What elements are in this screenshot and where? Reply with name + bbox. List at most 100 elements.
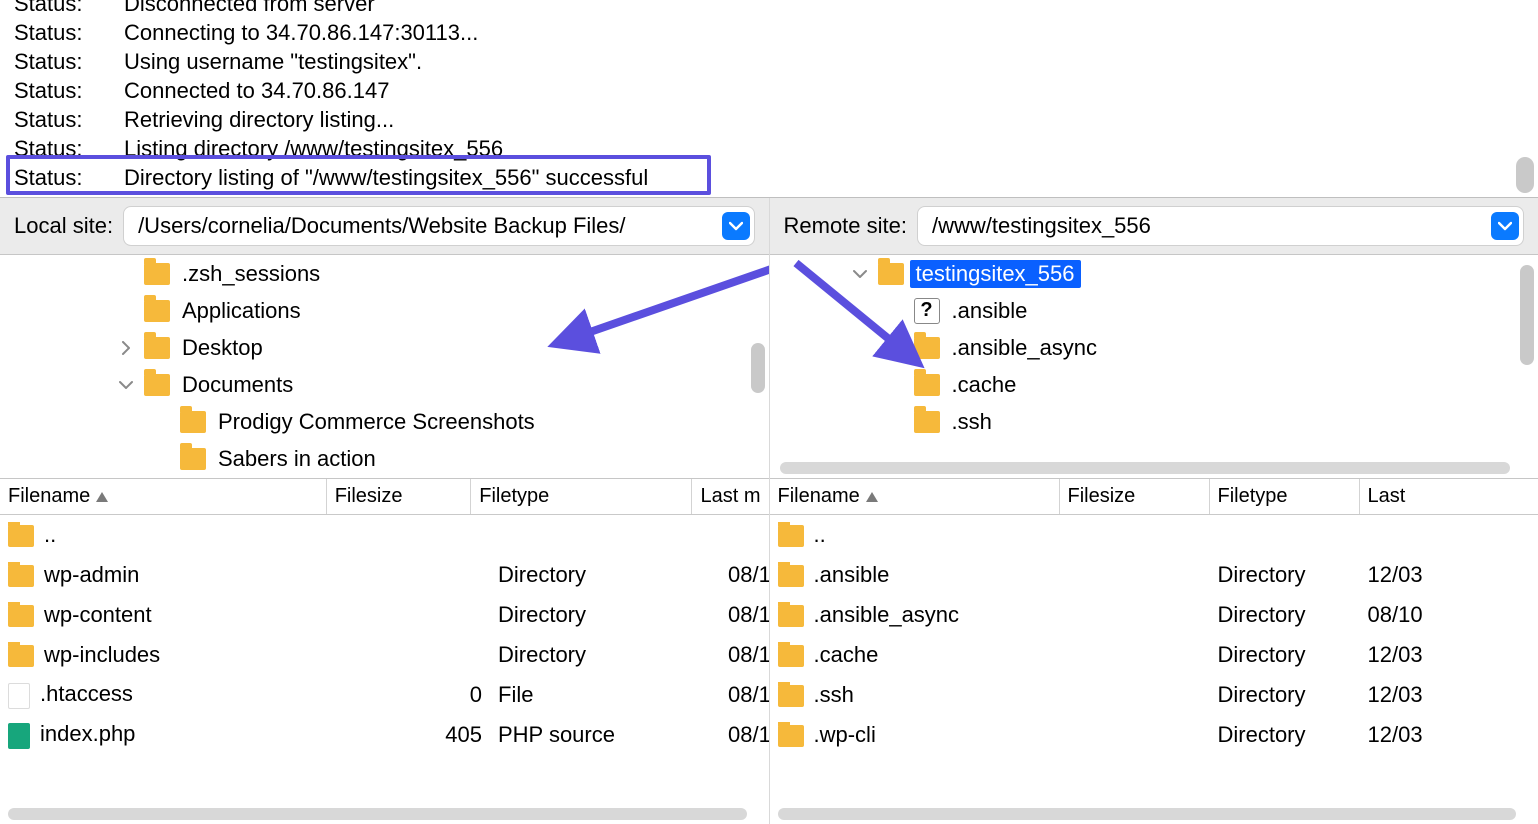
list-scrollbar-h[interactable] xyxy=(778,808,1517,820)
file-row[interactable]: .. xyxy=(0,515,769,555)
tree-label: .ansible_async xyxy=(946,334,1104,362)
file-row[interactable]: index.php405PHP source08/18/ xyxy=(0,715,769,755)
cell-type: Directory xyxy=(1210,642,1360,668)
remote-site-bar: Remote site: xyxy=(770,198,1538,255)
cell-date: 12/03 xyxy=(1360,722,1538,748)
remote-tree[interactable]: testingsitex_556 ?.ansible .ansible_async.… xyxy=(770,255,1538,479)
tree-item[interactable]: Applications xyxy=(6,292,769,329)
tree-item[interactable]: .zsh_sessions xyxy=(6,255,769,292)
cell-name: wp-content xyxy=(0,602,340,628)
col-filesize[interactable]: Filesize xyxy=(327,479,472,514)
folder-icon xyxy=(144,374,170,396)
cell-name: index.php xyxy=(0,721,340,748)
tree-item[interactable]: .cache xyxy=(776,366,1538,403)
file-icon xyxy=(8,683,30,709)
col-filename[interactable]: Filename xyxy=(770,479,1060,514)
file-row[interactable]: .htaccess0File08/18/ xyxy=(0,675,769,715)
log-label: Status: xyxy=(14,77,124,104)
tree-item[interactable]: .ansible_async xyxy=(776,329,1538,366)
tree-item[interactable]: Desktop xyxy=(6,329,769,366)
remote-path-dropdown-button[interactable] xyxy=(1491,212,1519,240)
tree-item[interactable]: Documents xyxy=(6,366,769,403)
tree-scrollbar-v[interactable] xyxy=(751,265,765,405)
tree-scrollbar-h[interactable] xyxy=(780,462,1511,474)
list-scrollbar-h[interactable] xyxy=(8,808,747,820)
status-log[interactable]: Status:Disconnected from server Status:Co… xyxy=(0,0,1538,198)
tree-item[interactable]: .ssh xyxy=(776,403,1538,440)
cell-date: 12/03 xyxy=(1360,562,1538,588)
file-row[interactable]: .ansibleDirectory12/03 xyxy=(770,555,1538,595)
cell-date: 12/03 xyxy=(1360,682,1538,708)
log-line[interactable]: Status:Using username "testingsitex". xyxy=(14,48,1530,75)
tree-expander[interactable] xyxy=(848,269,872,279)
cell-name: .htaccess xyxy=(0,681,340,708)
tree-item[interactable]: ?.ansible xyxy=(776,292,1538,329)
remote-pane: Remote site: testingsitex_556 ?.ansible .a… xyxy=(770,198,1538,824)
cell-type: Directory xyxy=(490,602,720,628)
local-pane: Local site: .zsh_sessionsApplicationsDes… xyxy=(0,198,770,824)
tree-item[interactable]: Prodigy Commerce Screenshots xyxy=(6,403,769,440)
sort-asc-icon xyxy=(96,492,108,502)
file-row[interactable]: .cacheDirectory12/03 xyxy=(770,635,1538,675)
col-filetype[interactable]: Filetype xyxy=(471,479,692,514)
folder-icon xyxy=(778,525,804,547)
log-line[interactable]: Status:Listing directory /www/testingsit… xyxy=(14,135,1530,162)
tree-label: Sabers in action xyxy=(212,445,382,473)
cell-date: 08/18/ xyxy=(720,722,769,748)
local-path-dropdown-button[interactable] xyxy=(722,212,750,240)
col-filename[interactable]: Filename xyxy=(0,479,327,514)
tree-expander[interactable] xyxy=(114,380,138,390)
col-filetype[interactable]: Filetype xyxy=(1210,479,1360,514)
tree-label: Prodigy Commerce Screenshots xyxy=(212,408,541,436)
log-message: Using username "testingsitex". xyxy=(124,48,422,75)
log-label: Status: xyxy=(14,19,124,46)
file-row[interactable]: wp-contentDirectory08/18/ xyxy=(0,595,769,635)
tree-scrollbar-v[interactable] xyxy=(1520,265,1534,405)
cell-name: wp-admin xyxy=(0,562,340,588)
file-row[interactable]: wp-includesDirectory08/18/ xyxy=(0,635,769,675)
local-tree[interactable]: .zsh_sessionsApplicationsDesktop Document… xyxy=(0,255,769,479)
file-row[interactable]: wp-adminDirectory08/18/ xyxy=(0,555,769,595)
log-message: Directory listing of "/www/testingsitex_… xyxy=(124,164,648,191)
file-row[interactable]: .. xyxy=(770,515,1538,555)
remote-file-list[interactable]: Filename Filesize Filetype Last .. .ansib… xyxy=(770,479,1538,824)
folder-icon xyxy=(180,448,206,470)
folder-icon xyxy=(144,263,170,285)
chevron-down-icon xyxy=(729,221,743,231)
tree-label: Documents xyxy=(176,371,299,399)
tree-expander[interactable] xyxy=(114,343,138,353)
file-row[interactable]: .wp-cliDirectory12/03 xyxy=(770,715,1538,755)
log-line[interactable]: Status:Retrieving directory listing... xyxy=(14,106,1530,133)
local-path-input[interactable] xyxy=(138,213,721,239)
col-modified[interactable]: Last m xyxy=(692,479,768,514)
log-line[interactable]: Status:Directory listing of "/www/testin… xyxy=(14,164,1530,191)
php-file-icon xyxy=(8,723,30,749)
log-scrollbar[interactable] xyxy=(1516,0,1534,193)
local-site-label: Local site: xyxy=(14,213,113,239)
log-line[interactable]: Status:Connecting to 34.70.86.147:30113.… xyxy=(14,19,1530,46)
col-filesize[interactable]: Filesize xyxy=(1060,479,1210,514)
remote-path-field[interactable] xyxy=(917,206,1524,246)
tree-item[interactable]: testingsitex_556 xyxy=(776,255,1538,292)
tree-label: testingsitex_556 xyxy=(910,260,1081,288)
cell-size: 405 xyxy=(340,722,490,748)
local-file-list[interactable]: Filename Filesize Filetype Last m ..wp-a… xyxy=(0,479,769,824)
log-line[interactable]: Status:Disconnected from server xyxy=(14,0,1530,17)
cell-type: Directory xyxy=(1210,682,1360,708)
cell-name: .. xyxy=(770,522,1060,548)
cell-type: Directory xyxy=(490,642,720,668)
file-row[interactable]: .sshDirectory12/03 xyxy=(770,675,1538,715)
col-modified[interactable]: Last xyxy=(1360,479,1538,514)
remote-path-input[interactable] xyxy=(932,213,1491,239)
folder-icon xyxy=(8,605,34,627)
folder-icon xyxy=(778,725,804,747)
log-label: Status: xyxy=(14,135,124,162)
file-row[interactable]: .ansible_asyncDirectory08/10 xyxy=(770,595,1538,635)
local-path-field[interactable] xyxy=(123,206,754,246)
tree-item[interactable]: Sabers in action xyxy=(6,440,769,477)
folder-icon xyxy=(878,263,904,285)
log-line[interactable]: Status:Connected to 34.70.86.147 xyxy=(14,77,1530,104)
log-message: Retrieving directory listing... xyxy=(124,106,394,133)
cell-date: 08/18/ xyxy=(720,642,769,668)
cell-type: Directory xyxy=(1210,562,1360,588)
